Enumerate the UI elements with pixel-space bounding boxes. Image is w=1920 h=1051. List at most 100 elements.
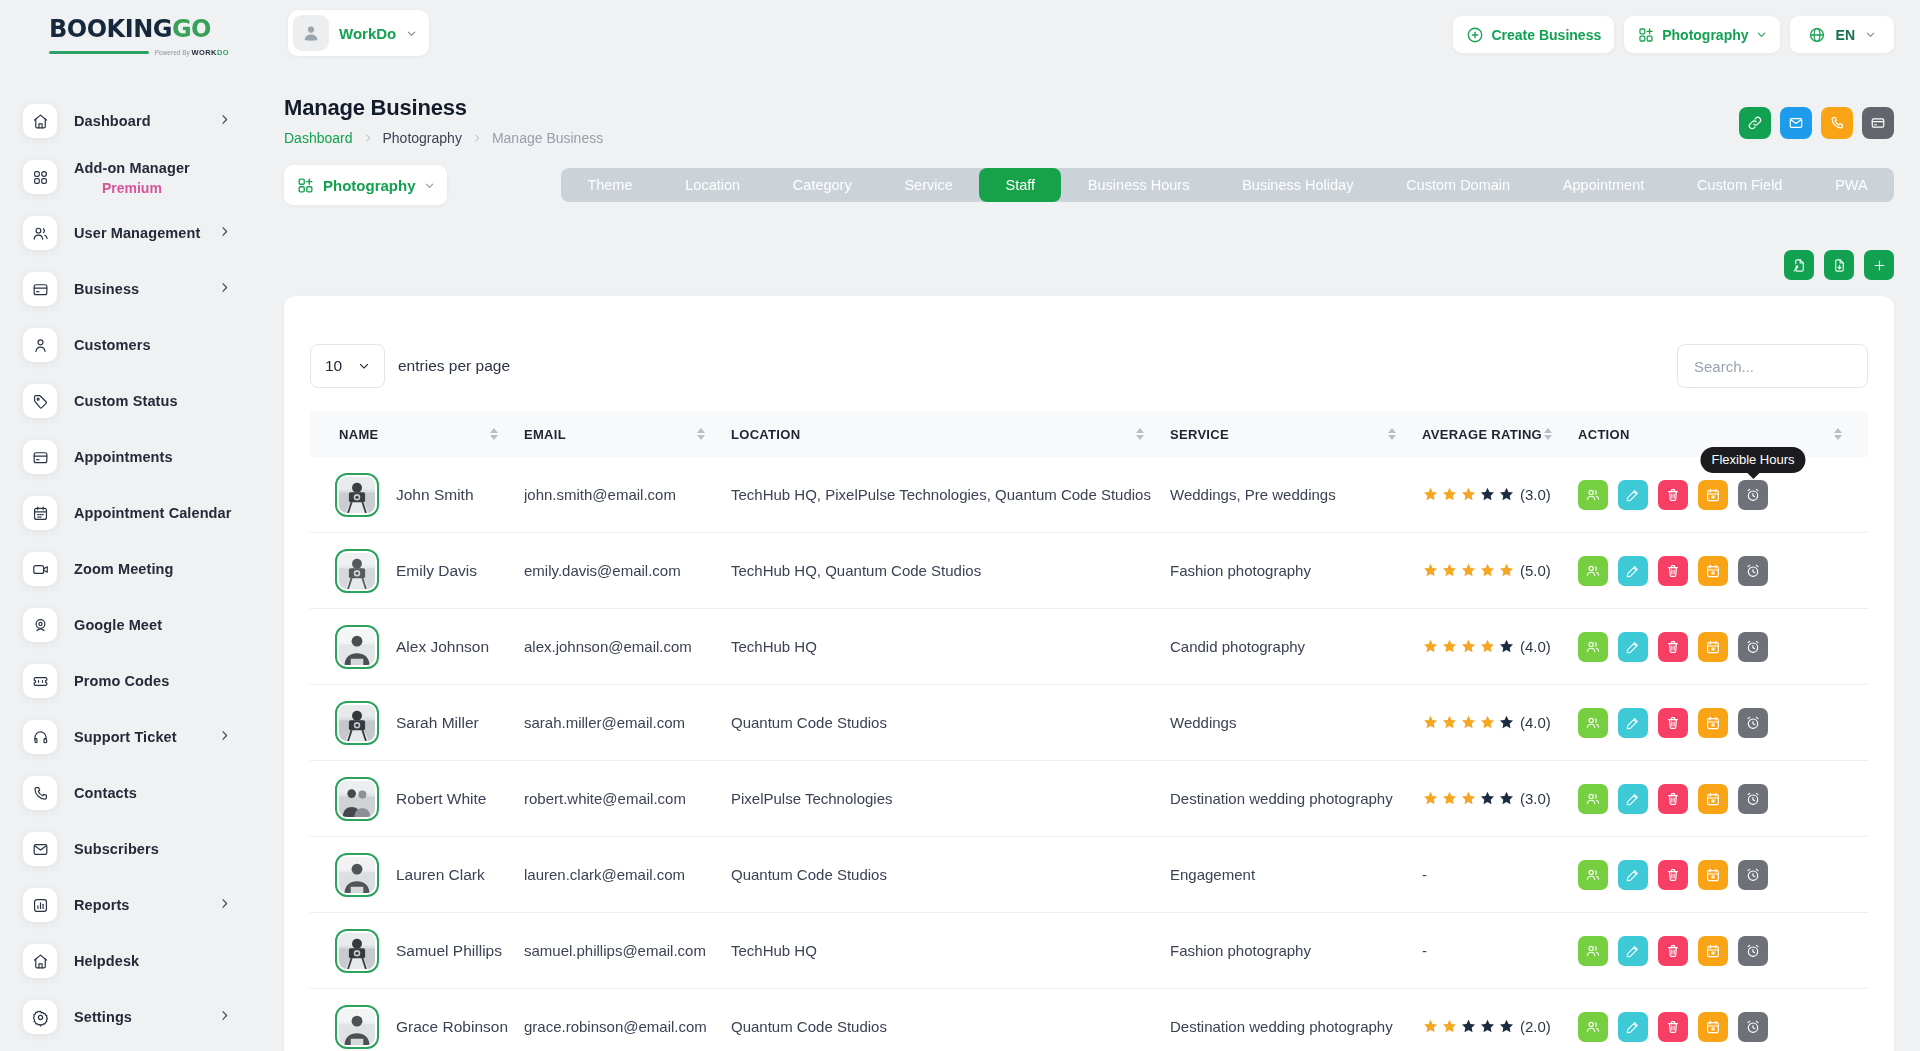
delete-staff-button[interactable]: [1658, 860, 1688, 890]
staff-schedule-button[interactable]: [1698, 936, 1728, 966]
import-file-button[interactable]: [1784, 250, 1814, 280]
sidebar-item-icon-box: [23, 104, 57, 138]
staff-schedule-button[interactable]: [1698, 708, 1728, 738]
edit-staff-button[interactable]: [1618, 708, 1648, 738]
edit-staff-button[interactable]: [1618, 936, 1648, 966]
staff-schedule-button[interactable]: [1698, 480, 1728, 510]
edit-staff-button[interactable]: [1618, 1012, 1648, 1042]
sidebar-item-14[interactable]: Reports: [0, 877, 264, 933]
sidebar-item-6[interactable]: Appointments: [0, 429, 264, 485]
sort-icon[interactable]: [1544, 428, 1552, 440]
entries-per-page-select[interactable]: 10: [310, 344, 385, 388]
breadcrumb-dashboard-link[interactable]: Dashboard: [284, 130, 353, 146]
sidebar-item-13[interactable]: Subscribers: [0, 821, 264, 877]
sidebar-item-11[interactable]: Support Ticket: [0, 709, 264, 765]
tab-3[interactable]: Service: [878, 168, 979, 202]
staff-schedule-button[interactable]: [1698, 632, 1728, 662]
sidebar-item-text: Subscribers: [74, 840, 159, 858]
send-mail-button[interactable]: [1780, 107, 1812, 139]
breadcrumb-photography[interactable]: Photography: [383, 130, 462, 146]
language-selector[interactable]: EN: [1790, 16, 1894, 53]
flexible-hours-button[interactable]: [1738, 860, 1768, 890]
sidebar-item-icon: [31, 616, 50, 635]
flexible-hours-button[interactable]: [1738, 708, 1768, 738]
sidebar-item-16[interactable]: Settings: [0, 989, 264, 1045]
tab-8[interactable]: Appointment: [1536, 168, 1670, 202]
copy-link-button[interactable]: [1739, 107, 1771, 139]
sort-icon[interactable]: [1388, 428, 1396, 440]
edit-staff-button[interactable]: [1618, 784, 1648, 814]
tab-9[interactable]: Custom Field: [1671, 168, 1809, 202]
sidebar-item-10[interactable]: Promo Codes: [0, 653, 264, 709]
export-file-button[interactable]: [1824, 250, 1854, 280]
sidebar-item-8[interactable]: Zoom Meeting: [0, 541, 264, 597]
search-input[interactable]: [1677, 344, 1868, 388]
star-icon: [1479, 486, 1496, 503]
business-select[interactable]: Photography: [284, 165, 447, 205]
tab-7[interactable]: Custom Domain: [1380, 168, 1537, 202]
sidebar-item-2[interactable]: User Management: [0, 205, 264, 261]
sidebar-item-9[interactable]: Google Meet: [0, 597, 264, 653]
sidebar-item-7[interactable]: Appointment Calendar: [0, 485, 264, 541]
sort-icon[interactable]: [697, 428, 705, 440]
sort-icon[interactable]: [1834, 428, 1842, 440]
tab-5[interactable]: Business Hours: [1061, 168, 1215, 202]
assign-staff-button[interactable]: [1578, 860, 1608, 890]
add-staff-button[interactable]: [1864, 250, 1894, 280]
staff-schedule-button[interactable]: [1698, 556, 1728, 586]
sidebar-item-1[interactable]: Add-on Manager Premium: [0, 149, 264, 205]
staff-schedule-button[interactable]: [1698, 860, 1728, 890]
edit-staff-button[interactable]: [1618, 556, 1648, 586]
sidebar-item-12[interactable]: Contacts: [0, 765, 264, 821]
flexible-hours-button[interactable]: [1738, 784, 1768, 814]
edit-staff-button[interactable]: [1618, 632, 1648, 662]
assign-staff-button[interactable]: [1578, 632, 1608, 662]
column-header-name: NAME: [310, 427, 524, 442]
delete-staff-button[interactable]: [1658, 632, 1688, 662]
alarm-clock-icon: [1745, 487, 1761, 503]
sidebar-item-icon-box: [23, 552, 57, 586]
sidebar-item-3[interactable]: Business: [0, 261, 264, 317]
assign-staff-button[interactable]: [1578, 1012, 1608, 1042]
business-switcher-top[interactable]: Photography: [1624, 16, 1779, 53]
star-icon: [1460, 714, 1477, 731]
sidebar-item-4[interactable]: Customers: [0, 317, 264, 373]
edit-staff-button[interactable]: [1618, 480, 1648, 510]
sidebar-item-15[interactable]: Helpdesk: [0, 933, 264, 989]
create-business-button[interactable]: Create Business: [1453, 16, 1614, 53]
flexible-hours-button[interactable]: [1738, 1012, 1768, 1042]
sort-icon[interactable]: [1136, 428, 1144, 440]
sidebar-item-0[interactable]: Dashboard: [0, 93, 264, 149]
delete-staff-button[interactable]: [1658, 936, 1688, 966]
flexible-hours-button[interactable]: [1738, 632, 1768, 662]
tab-6[interactable]: Business Holiday: [1216, 168, 1380, 202]
flexible-hours-button[interactable]: [1738, 556, 1768, 586]
delete-staff-button[interactable]: [1658, 556, 1688, 586]
delete-staff-button[interactable]: [1658, 784, 1688, 814]
staff-schedule-button[interactable]: [1698, 1012, 1728, 1042]
assign-staff-button[interactable]: [1578, 936, 1608, 966]
delete-staff-button[interactable]: [1658, 708, 1688, 738]
tab-0[interactable]: Theme: [561, 168, 659, 202]
staff-schedule-button[interactable]: [1698, 784, 1728, 814]
assign-staff-button[interactable]: [1578, 556, 1608, 586]
assign-staff-button[interactable]: [1578, 708, 1608, 738]
tab-4[interactable]: Staff: [979, 168, 1061, 202]
flexible-hours-button[interactable]: [1738, 480, 1768, 510]
assign-staff-button[interactable]: [1578, 784, 1608, 814]
tab-10[interactable]: PWA: [1809, 168, 1894, 202]
flexible-hours-button[interactable]: [1738, 936, 1768, 966]
tab-1[interactable]: Location: [659, 168, 767, 202]
sort-icon[interactable]: [490, 428, 498, 440]
payment-button[interactable]: [1862, 107, 1894, 139]
star-icon: [1441, 638, 1458, 655]
delete-staff-button[interactable]: [1658, 480, 1688, 510]
call-button[interactable]: [1821, 107, 1853, 139]
edit-staff-button[interactable]: [1618, 860, 1648, 890]
assign-staff-button[interactable]: [1578, 480, 1608, 510]
delete-staff-button[interactable]: [1658, 1012, 1688, 1042]
tab-2[interactable]: Category: [766, 168, 878, 202]
workspace-switcher[interactable]: WorkDo: [288, 10, 429, 56]
sidebar-item-icon: [31, 952, 50, 971]
sidebar-item-5[interactable]: Custom Status: [0, 373, 264, 429]
